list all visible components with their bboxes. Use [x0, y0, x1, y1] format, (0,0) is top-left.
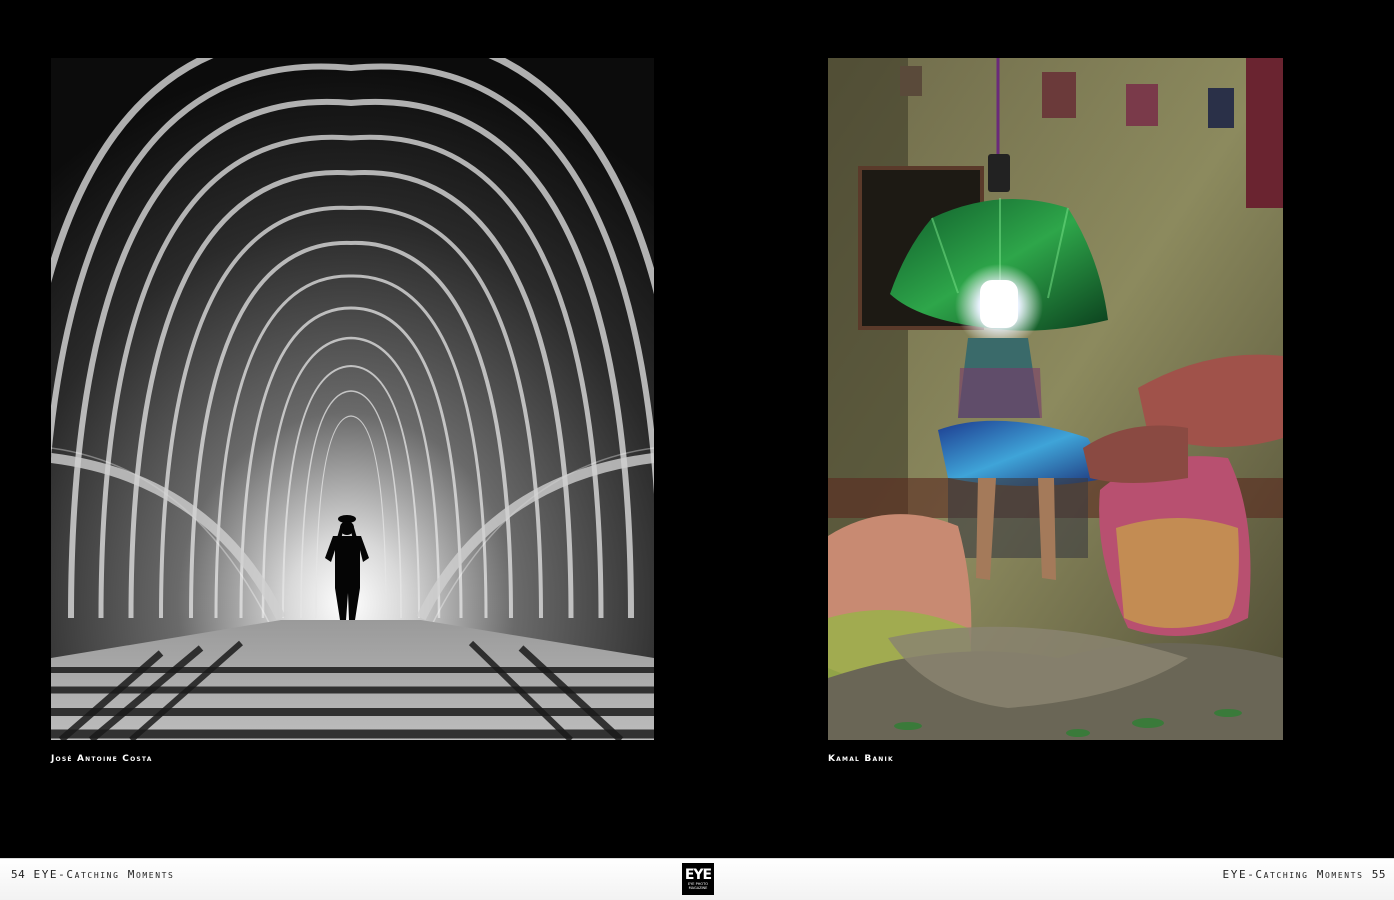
tunnel-photograph	[51, 58, 654, 740]
photo-credit-left: José Antoine Costa	[51, 754, 153, 764]
page-number-right: 55	[1371, 868, 1386, 881]
tunnel-photo-graphic	[51, 58, 654, 740]
footer-right-block: EYE-Catching Moments 55	[1223, 868, 1386, 881]
logo-subtitle-line2: MAGAZINE	[688, 886, 708, 890]
lamp-market-photograph	[828, 58, 1283, 740]
magazine-spread: José Antoine Costa Kamal Banik 54 EYE-Ca…	[0, 0, 1394, 900]
footer-left-block: 54 EYE-Catching Moments	[11, 868, 174, 881]
section-title-right: EYE-Catching Moments	[1222, 868, 1364, 881]
magazine-logo: EYE EYE PHOTO MAGAZINE	[682, 863, 714, 895]
page-footer: 54 EYE-Catching Moments EYE EYE PHOTO MA…	[0, 858, 1394, 900]
lamp-photo-graphic	[828, 58, 1283, 740]
logo-mark: EYE	[684, 867, 712, 883]
page-number-left: 54	[11, 868, 26, 881]
photo-credit-right: Kamal Banik	[828, 754, 894, 764]
section-title-left: EYE-Catching Moments	[33, 868, 175, 881]
